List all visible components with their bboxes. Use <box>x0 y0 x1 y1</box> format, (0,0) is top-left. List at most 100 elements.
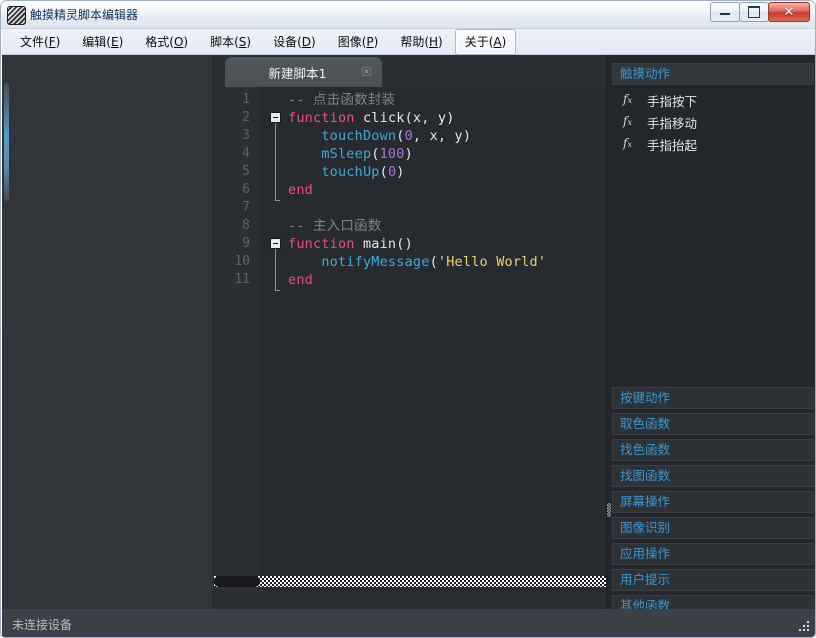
panel-section-title: 图像识别 <box>620 520 671 535</box>
function-item-label: 手指移动 <box>647 116 698 131</box>
maximize-button[interactable] <box>739 2 769 22</box>
line-number: 11 <box>234 272 250 287</box>
editor-horizontal-scrollbar-thumb[interactable] <box>214 576 260 587</box>
menu-item-7[interactable]: 关于(A) <box>454 28 517 55</box>
fold-toggle-icon[interactable] <box>270 238 281 249</box>
code-folding-column <box>260 87 288 576</box>
title-bar: 触摸精灵脚本编辑器 ✕ <box>1 1 815 29</box>
panel-section-header-1[interactable]: 按键动作 <box>612 387 814 409</box>
close-icon: ✕ <box>783 4 795 20</box>
token-fn: touchUp <box>321 164 380 180</box>
token-punc: , x, y) <box>412 128 472 144</box>
left-panel-scrollbar[interactable] <box>4 83 9 201</box>
panel-section-header-4[interactable]: 找图函数 <box>612 465 814 487</box>
token-comment: -- 主入口函数 <box>288 218 382 234</box>
panel-section-header-6[interactable]: 图像识别 <box>612 517 814 539</box>
token-kw: end <box>288 272 313 288</box>
panel-section-header-8[interactable]: 用户提示 <box>612 569 814 591</box>
line-number: 10 <box>234 254 250 269</box>
resize-grip-dot <box>799 629 801 631</box>
token-punc <box>288 164 321 180</box>
minimize-button[interactable] <box>710 2 740 22</box>
code-line[interactable]: end <box>288 271 313 289</box>
maximize-icon <box>740 3 768 21</box>
token-punc: ( <box>429 254 438 270</box>
token-punc: () <box>396 236 413 252</box>
code-line[interactable]: function main() <box>288 235 413 253</box>
resize-grip-dot <box>807 621 809 623</box>
tab-close-icon[interactable]: × <box>362 67 371 76</box>
panel-section-header-5[interactable]: 屏幕操作 <box>612 491 814 513</box>
tab-new-script[interactable]: 新建脚本1 × <box>225 57 382 87</box>
token-kw: function <box>288 110 355 126</box>
menu-item-1[interactable]: 编辑(E) <box>72 29 133 55</box>
code-line[interactable]: -- 主入口函数 <box>288 217 381 235</box>
code-pane[interactable]: 1 2 3 4 5 6 7 8 9 10 11 -- 点击函数封装 function click(x, … <box>214 87 606 576</box>
window-resize-grip[interactable] <box>799 621 811 633</box>
token-num: 0 <box>404 128 413 144</box>
panel-resize-grip[interactable] <box>607 503 611 517</box>
function-item-label: 手指抬起 <box>647 138 698 153</box>
menu-item-2[interactable]: 格式(O) <box>135 29 198 55</box>
panel-section-header-0[interactable]: 触摸动作 <box>612 63 814 85</box>
fx-icon: fx <box>623 136 632 150</box>
line-number: 9 <box>242 236 250 251</box>
close-button[interactable]: ✕ <box>768 2 810 22</box>
minimize-icon <box>711 3 739 21</box>
token-punc: ) <box>396 164 405 180</box>
fold-toggle-icon[interactable] <box>270 112 281 123</box>
line-number: 7 <box>242 200 250 215</box>
left-explorer-panel <box>2 55 214 609</box>
fx-icon: fx <box>623 114 632 128</box>
token-fn: touchDown <box>321 128 397 144</box>
token-punc <box>288 146 321 162</box>
fold-guide-line <box>275 249 276 290</box>
menu-item-3[interactable]: 脚本(S) <box>200 29 261 55</box>
code-line[interactable]: notifyMessage('Hello World' <box>288 253 546 271</box>
code-line[interactable]: -- 点击函数封装 <box>288 91 395 109</box>
token-punc <box>288 128 321 144</box>
fold-guide-line <box>275 123 276 200</box>
menu-item-4[interactable]: 设备(D) <box>263 29 326 55</box>
resize-grip-dot <box>803 629 805 631</box>
token-fname: main <box>362 236 397 252</box>
code-line[interactable]: touchUp(0) <box>288 163 405 181</box>
code-line[interactable]: end <box>288 181 313 199</box>
editor-horizontal-scrollbar[interactable] <box>214 576 606 587</box>
line-number: 3 <box>242 128 250 143</box>
panel-section-title: 按键动作 <box>620 390 671 405</box>
panel-section-title: 触摸动作 <box>620 66 671 81</box>
function-item-0-1[interactable]: fx 手指移动 <box>612 111 814 133</box>
tab-label: 新建脚本1 <box>268 66 327 81</box>
token-punc: (x, y) <box>404 110 455 126</box>
editor-tab-strip: 新建脚本1 × <box>214 55 606 87</box>
menu-item-0[interactable]: 文件(F) <box>10 29 70 55</box>
fx-icon: fx <box>623 92 632 106</box>
line-number: 8 <box>242 218 250 233</box>
menu-item-5[interactable]: 图像(P) <box>328 29 389 55</box>
function-item-label: 手指按下 <box>647 94 698 109</box>
function-item-0-2[interactable]: fx 手指抬起 <box>612 133 814 155</box>
menu-item-6[interactable]: 帮助(H) <box>390 29 452 55</box>
resize-grip-dot <box>807 625 809 627</box>
token-punc <box>288 254 321 270</box>
panel-section-title: 取色函数 <box>620 416 671 431</box>
panel-section-header-3[interactable]: 找色函数 <box>612 439 814 461</box>
token-punc: ( <box>379 164 388 180</box>
resize-grip-dot <box>807 629 809 631</box>
code-line[interactable]: function click(x, y) <box>288 109 455 127</box>
token-num: 100 <box>379 146 405 162</box>
fold-guide-foot <box>275 290 280 291</box>
panel-section-title: 找图函数 <box>620 468 671 483</box>
token-comment: -- 点击函数封装 <box>288 92 396 108</box>
line-number: 4 <box>242 146 250 161</box>
panel-section-header-2[interactable]: 取色函数 <box>612 413 814 435</box>
panel-section-header-7[interactable]: 应用操作 <box>612 543 814 565</box>
code-line[interactable]: touchDown(0, x, y) <box>288 127 471 145</box>
token-kw: function <box>288 236 355 252</box>
code-line[interactable]: mSleep(100) <box>288 145 413 163</box>
line-number: 2 <box>242 110 250 125</box>
panel-section-title: 应用操作 <box>620 546 671 561</box>
function-item-0-0[interactable]: fx 手指按下 <box>612 89 814 111</box>
function-library-panel: 触摸动作 fx 手指按下 fx 手指移动 fx 手指抬起按键动作取色函数找色函数找图函数屏幕… <box>606 55 815 617</box>
